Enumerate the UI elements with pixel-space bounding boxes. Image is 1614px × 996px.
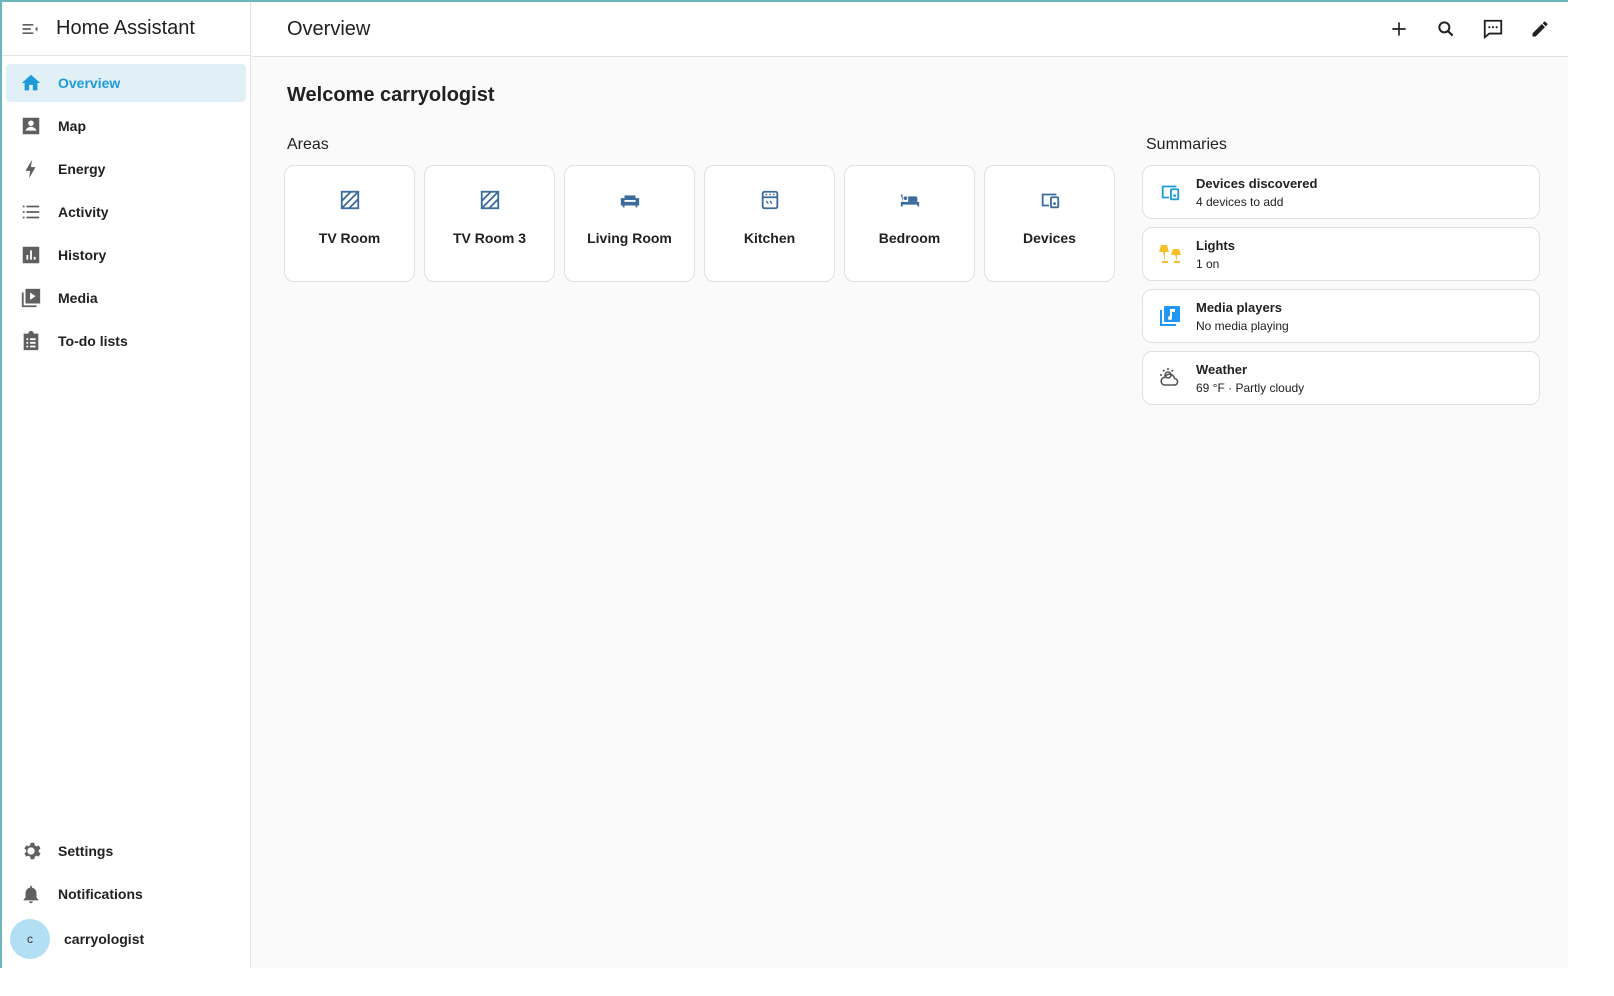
sidebar-item-notifications[interactable]: Notifications — [6, 875, 246, 913]
stove-icon — [758, 188, 782, 212]
add-icon[interactable] — [1387, 17, 1411, 41]
app-title: Home Assistant — [56, 17, 195, 39]
sidebar-item-label: Overview — [58, 75, 121, 91]
sidebar-item-label: Settings — [58, 843, 114, 859]
play-box-icon — [19, 286, 43, 310]
map-person-icon — [19, 114, 43, 138]
lightning-icon — [19, 157, 43, 181]
summaries-list: Devices discovered 4 devices to add Ligh… — [1142, 165, 1540, 413]
sidebar-item-label: Map — [58, 118, 86, 134]
sidebar-item-label: History — [58, 247, 107, 263]
area-name: TV Room 3 — [452, 230, 527, 246]
clipboard-list-icon — [19, 329, 43, 353]
summary-name: Lights — [1196, 237, 1235, 253]
avatar: c — [10, 919, 50, 959]
gear-icon — [19, 839, 43, 863]
devices-icon — [1038, 188, 1062, 212]
sidebar-item-history[interactable]: History — [6, 236, 246, 274]
sidebar-item-energy[interactable]: Energy — [6, 150, 246, 188]
area-card-tv-room[interactable]: TV Room — [284, 165, 415, 282]
sidebar-item-todo[interactable]: To-do lists — [6, 322, 246, 360]
sidebar-item-label: Energy — [58, 161, 106, 177]
sidebar-item-overview[interactable]: Overview — [6, 64, 246, 102]
welcome-heading: Welcome carryologist — [287, 84, 495, 106]
sofa-icon — [618, 188, 642, 212]
chart-bar-icon — [19, 243, 43, 267]
summary-text: Media players No media playing — [1196, 300, 1289, 333]
summary-name: Media players — [1196, 299, 1282, 315]
assist-chat-icon[interactable] — [1481, 17, 1505, 41]
summary-sub: No media playing — [1196, 318, 1289, 333]
summary-text: Devices discovered 4 devices to add — [1196, 176, 1317, 209]
areas-title: Areas — [287, 136, 329, 153]
sidebar-item-label: Activity — [58, 204, 109, 220]
music-box-icon — [1158, 304, 1182, 328]
summary-name: Devices discovered — [1196, 175, 1318, 191]
sidebar-user[interactable]: c carryologist — [2, 918, 250, 960]
area-name: Kitchen — [743, 230, 796, 246]
sidebar-item-label: To-do lists — [58, 333, 128, 349]
lamps-icon — [1158, 242, 1182, 266]
summary-sub: 4 devices to add — [1196, 194, 1284, 209]
sidebar-item-activity[interactable]: Activity — [6, 193, 246, 231]
summary-lights[interactable]: Lights 1 on — [1142, 227, 1540, 281]
user-name: carryologist — [64, 931, 145, 947]
sidebar-item-media[interactable]: Media — [6, 279, 246, 317]
sidebar-item-label: Notifications — [58, 886, 143, 902]
summary-text: Lights 1 on — [1196, 238, 1235, 271]
summary-devices-discovered[interactable]: Devices discovered 4 devices to add — [1142, 165, 1540, 219]
menu-collapse-icon[interactable] — [18, 17, 42, 41]
sidebar-nav: Overview Map Energy Activity History Med… — [2, 56, 250, 360]
edit-pencil-icon[interactable] — [1528, 17, 1552, 41]
summary-media-players[interactable]: Media players No media playing — [1142, 289, 1540, 343]
areas-grid: TV Room TV Room 3 Living Room Kitchen Be… — [284, 165, 1115, 282]
texture-box-icon — [338, 188, 362, 212]
area-card-devices[interactable]: Devices — [984, 165, 1115, 282]
area-card-tv-room-3[interactable]: TV Room 3 — [424, 165, 555, 282]
sidebar-bottom: Settings Notifications c carryologist — [2, 832, 250, 968]
area-name: Devices — [1023, 230, 1076, 246]
search-icon[interactable] — [1434, 17, 1458, 41]
bell-icon — [19, 882, 43, 906]
weather-partly-cloudy-icon — [1158, 366, 1182, 390]
summary-sub: 69 °F · Partly cloudy — [1196, 380, 1305, 395]
texture-box-icon — [478, 188, 502, 212]
sidebar-item-label: Media — [58, 290, 98, 306]
toolbar-actions — [1387, 17, 1552, 41]
sidebar-item-map[interactable]: Map — [6, 107, 246, 145]
area-name: Bedroom — [878, 230, 941, 246]
main-content: Welcome carryologist Areas TV Room TV Ro… — [252, 58, 1568, 968]
summary-text: Weather 69 °F · Partly cloudy — [1196, 362, 1304, 395]
summary-sub: 1 on — [1196, 256, 1220, 271]
area-card-kitchen[interactable]: Kitchen — [704, 165, 835, 282]
home-icon — [19, 71, 43, 95]
list-icon — [19, 200, 43, 224]
sidebar: Home Assistant Overview Map Energy Activ… — [2, 2, 251, 968]
sidebar-header: Home Assistant — [2, 2, 250, 56]
app-window: Home Assistant Overview Map Energy Activ… — [0, 0, 1568, 968]
area-card-bedroom[interactable]: Bedroom — [844, 165, 975, 282]
area-card-living-room[interactable]: Living Room — [564, 165, 695, 282]
summaries-title: Summaries — [1146, 136, 1227, 153]
area-name: Living Room — [587, 230, 672, 246]
top-bar: Overview — [252, 2, 1568, 57]
page-title: Overview — [287, 17, 371, 40]
sidebar-item-settings[interactable]: Settings — [6, 832, 246, 870]
summary-weather[interactable]: Weather 69 °F · Partly cloudy — [1142, 351, 1540, 405]
summary-name: Weather — [1196, 361, 1248, 377]
devices-icon — [1158, 180, 1182, 204]
area-name: TV Room — [318, 230, 381, 246]
bed-icon — [898, 188, 922, 212]
